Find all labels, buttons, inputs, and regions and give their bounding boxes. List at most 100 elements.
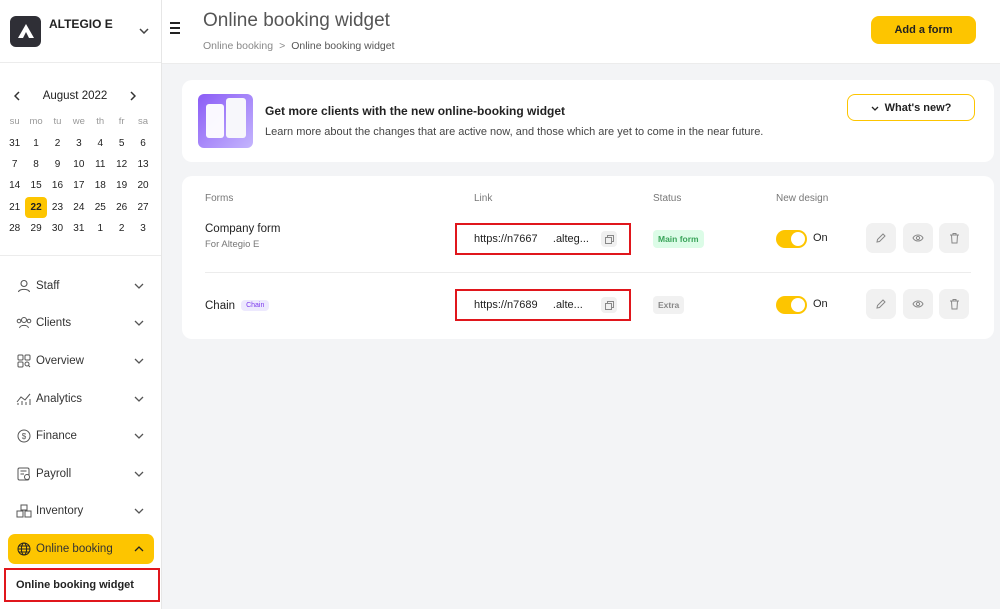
calendar-day[interactable]: 29 — [25, 218, 46, 239]
calendar-day[interactable]: 31 — [4, 132, 25, 153]
calendar-day[interactable]: 25 — [90, 197, 111, 218]
calendar-weekday: mo — [29, 116, 43, 128]
calendar-day[interactable]: 12 — [111, 154, 132, 175]
sidebar-item-clients[interactable]: Clients — [0, 305, 162, 343]
sidebar-item-payroll[interactable]: Payroll — [0, 455, 162, 493]
calendar-weekday: sa — [138, 116, 149, 128]
sidebar-item-overview[interactable]: Overview — [0, 342, 162, 380]
calendar-day[interactable]: 19 — [111, 175, 132, 196]
breadcrumb: Online booking > Online booking widget — [203, 40, 395, 52]
chevron-right-icon[interactable] — [126, 88, 140, 104]
form-name: Chain Chain — [205, 300, 270, 312]
whats-new-button[interactable]: What's new? — [847, 94, 975, 121]
calendar-day[interactable]: 1 — [25, 132, 46, 153]
calendar-day[interactable]: 7 — [4, 154, 25, 175]
calendar-day[interactable]: 9 — [47, 154, 68, 175]
edit-button[interactable] — [866, 223, 896, 253]
calendar-day[interactable]: 24 — [68, 197, 89, 218]
calendar-day[interactable]: 13 — [132, 154, 153, 175]
calendar-day[interactable]: 8 — [25, 154, 46, 175]
new-design-toggle[interactable] — [776, 296, 807, 314]
calendar-day[interactable]: 2 — [47, 132, 68, 153]
chevron-left-icon[interactable] — [10, 88, 24, 104]
form-link[interactable]: https://n7667 .alteg... — [455, 223, 631, 255]
sidebar-item-online-booking[interactable]: Online booking — [8, 534, 154, 565]
calendar-day[interactable]: 2 — [111, 218, 132, 239]
delete-button[interactable] — [939, 289, 969, 319]
overview-icon — [16, 353, 32, 369]
column-header-new-design: New design — [776, 193, 829, 204]
status-badge: Extra — [653, 296, 685, 314]
logo — [10, 15, 41, 47]
calendar-day[interactable]: 14 — [4, 175, 25, 196]
calendar-day[interactable]: 26 — [111, 197, 132, 218]
calendar-day[interactable]: 11 — [90, 154, 111, 175]
column-header-status: Status — [653, 193, 682, 204]
sidebar-item-label: Overview — [36, 354, 84, 367]
calendar-nav: August 2022 — [10, 88, 140, 104]
calendar-day[interactable]: 3 — [132, 218, 153, 239]
copy-icon[interactable] — [601, 231, 617, 247]
users-icon — [16, 315, 32, 331]
toggle-label: On — [813, 232, 828, 244]
calendar-day[interactable]: 5 — [111, 132, 132, 153]
chevron-down-icon — [132, 429, 146, 443]
whats-new-label: What's new? — [884, 101, 952, 114]
calendar-day[interactable]: 27 — [132, 197, 153, 218]
form-link[interactable]: https://n7689 .alte... — [455, 289, 631, 321]
calendar-weekday: we — [72, 116, 85, 128]
sidebar-item-inventory[interactable]: Inventory — [0, 493, 162, 531]
edit-button[interactable] — [866, 289, 896, 319]
eye-icon — [912, 299, 924, 309]
calendar-day[interactable]: 18 — [90, 175, 111, 196]
sidebar-item-staff[interactable]: Staff — [0, 267, 162, 305]
sidebar-subitem-online-booking-widget[interactable]: Online booking widget — [4, 568, 160, 603]
calendar-day[interactable]: 17 — [68, 175, 89, 196]
calendar-day[interactable]: 6 — [132, 132, 153, 153]
calendar-day[interactable]: 15 — [25, 175, 46, 196]
calendar-day[interactable]: 16 — [47, 175, 68, 196]
calendar-day[interactable]: 4 — [90, 132, 111, 153]
copy-icon[interactable] — [601, 297, 617, 313]
calendar-day[interactable]: 30 — [47, 218, 68, 239]
chevron-down-icon — [132, 504, 146, 518]
calendar-weekday: su — [9, 116, 20, 128]
sidebar-item-label: Staff — [36, 279, 60, 292]
hamburger-icon[interactable] — [170, 22, 180, 34]
chevron-down-icon — [132, 354, 146, 368]
calendar-day[interactable]: 21 — [4, 197, 25, 218]
chevron-down-icon — [132, 279, 146, 293]
person-icon — [16, 278, 32, 294]
calendar-weekday: th — [96, 116, 105, 128]
calendar-weekday: fr — [118, 116, 125, 128]
form-link-text: https://n7667 .alteg... — [474, 233, 589, 245]
eye-icon — [912, 233, 924, 243]
breadcrumb-separator: > — [279, 40, 286, 52]
delete-button[interactable] — [939, 223, 969, 253]
new-design-toggle[interactable] — [776, 230, 807, 248]
calendar-day[interactable]: 31 — [68, 218, 89, 239]
chevron-down-icon — [132, 467, 146, 481]
sidebar: ALTEGIO E August 2022 su mo tu we th fr sa 31 1 2… — [0, 0, 162, 609]
chevron-down-icon[interactable] — [137, 24, 151, 38]
calendar-day[interactable]: 10 — [68, 154, 89, 175]
sidebar-item-finance[interactable]: $ Finance — [0, 417, 162, 455]
calendar-month: August 2022 — [42, 90, 108, 102]
calendar-day[interactable]: 23 — [47, 197, 68, 218]
calendar-day[interactable]: 1 — [90, 218, 111, 239]
breadcrumb-link[interactable]: Online booking — [203, 40, 273, 52]
sidebar-item-analytics[interactable]: Analytics — [0, 380, 162, 418]
calendar-day[interactable]: 3 — [68, 132, 89, 153]
promo-banner: Get more clients with the new online-boo… — [182, 80, 994, 162]
preview-button[interactable] — [903, 223, 933, 253]
calendar-day[interactable]: 20 — [132, 175, 153, 196]
add-form-button[interactable]: Add a form — [871, 16, 976, 44]
preview-button[interactable] — [903, 289, 933, 319]
calendar-day[interactable]: 28 — [4, 218, 25, 239]
calendar-day-selected[interactable]: 22 — [25, 196, 47, 218]
page-title: Online booking widget — [203, 10, 390, 31]
brand-switcher[interactable]: ALTEGIO E — [0, 0, 161, 63]
sidebar-item-label: Inventory — [36, 505, 84, 518]
calendar-grid: su mo tu we th fr sa 31 1 2 3 4 5 6 7 8 9 10 11 12 13 14 15 16 1… — [4, 111, 154, 239]
chain-badge: Chain — [241, 300, 270, 312]
